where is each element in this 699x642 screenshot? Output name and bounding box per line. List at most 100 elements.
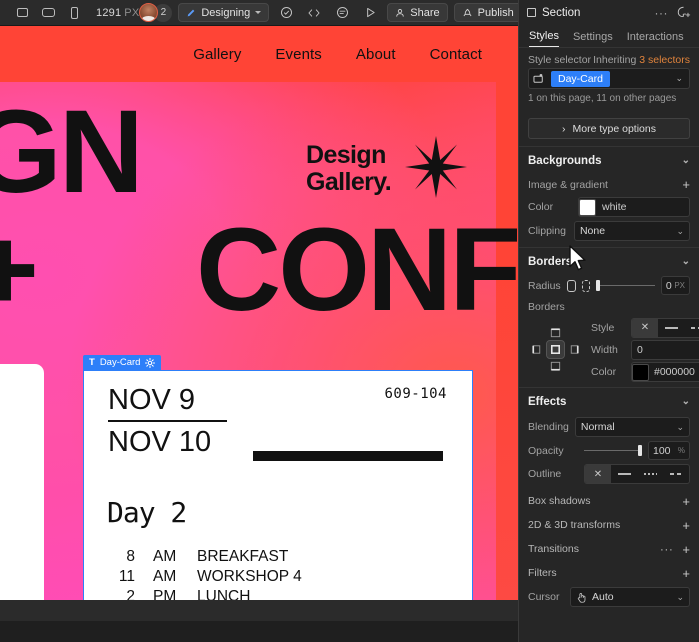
mobile-view-button[interactable] — [62, 3, 86, 23]
border-side-picker — [528, 324, 583, 375]
nav-link-gallery[interactable]: Gallery — [193, 46, 241, 63]
transforms-row[interactable]: 2D & 3D transforms + — [528, 513, 690, 537]
preview-button[interactable] — [359, 3, 381, 23]
add-transform-button[interactable]: + — [682, 519, 690, 532]
border-width-input[interactable]: 0 PX — [631, 340, 699, 360]
check-circle-icon — [280, 6, 293, 19]
outline-row: Outline ✕ — [528, 462, 690, 489]
box-shadows-row[interactable]: Box shadows + — [528, 489, 690, 513]
day-card[interactable]: NOV 9 NOV 10 609-104 Day 2 8 AM BREAKFAS… — [83, 370, 473, 621]
brand-text: Design Gallery. — [306, 142, 391, 196]
schedule-row[interactable]: 8 AM BREAKFAST — [107, 548, 437, 568]
desktop-view-button[interactable] — [10, 3, 34, 23]
radius-slider[interactable] — [596, 280, 655, 292]
transitions-label: Transitions — [528, 543, 579, 555]
border-style-solid-button[interactable] — [658, 319, 684, 337]
share-button[interactable]: Share — [387, 3, 447, 22]
opacity-input[interactable]: 100 % — [648, 441, 690, 460]
backgrounds-title: Backgrounds — [528, 155, 602, 167]
border-color-swatch[interactable] — [632, 364, 649, 381]
outline-dotted-button[interactable] — [637, 465, 663, 483]
tab-interactions[interactable]: Interactions — [627, 31, 684, 47]
class-selector-input[interactable]: Day-Card ⌄ — [528, 68, 690, 89]
chevron-down-icon[interactable]: ⌄ — [682, 396, 690, 407]
gear-icon[interactable] — [145, 358, 155, 368]
comments-button[interactable] — [331, 3, 353, 23]
selected-element-badge[interactable]: T Day-Card — [83, 355, 161, 370]
palette-plus-icon[interactable] — [677, 6, 691, 19]
add-filter-button[interactable]: + — [682, 567, 690, 580]
ellipsis-icon[interactable]: ··· — [655, 6, 669, 20]
chevron-down-icon: ⌄ — [676, 592, 684, 603]
opacity-slider[interactable] — [584, 445, 642, 457]
cursor-select[interactable]: Auto ⌄ — [570, 587, 690, 607]
border-top-icon[interactable] — [547, 324, 564, 341]
schedule-row[interactable]: 11 AM WORKSHOP 4 — [107, 568, 437, 588]
add-image-gradient-button[interactable]: + — [682, 178, 690, 191]
slider-knob[interactable] — [596, 280, 600, 291]
code-brackets-icon — [307, 7, 321, 19]
chevron-down-icon[interactable]: ⌄ — [675, 73, 686, 84]
clipping-select[interactable]: None ⌄ — [574, 221, 690, 241]
collaborators[interactable]: 2 — [139, 3, 172, 22]
slider-knob[interactable] — [638, 445, 642, 456]
chevron-down-icon[interactable]: ⌄ — [682, 256, 690, 267]
radius-all-icon[interactable] — [567, 280, 576, 292]
left-year-card[interactable]: 2023 — [0, 364, 44, 621]
design-canvas[interactable]: Gallery Events About Contact GN + CONF D… — [0, 26, 518, 621]
radius-input[interactable]: 0 PX — [661, 276, 690, 295]
nav-link-contact[interactable]: Contact — [430, 46, 482, 63]
outline-dashed-button[interactable] — [663, 465, 689, 483]
backgrounds-header[interactable]: Backgrounds ⌄ — [528, 147, 690, 174]
radius-unit: PX — [674, 281, 685, 290]
border-left-icon[interactable] — [528, 341, 545, 358]
add-box-shadow-button[interactable]: + — [682, 495, 690, 508]
code-export-button[interactable] — [303, 3, 325, 23]
nav-link-about[interactable]: About — [356, 46, 396, 63]
transitions-row[interactable]: Transitions ··· + — [528, 537, 690, 561]
inheriting-note: Inheriting 3 selectors — [593, 54, 690, 66]
background-color-field[interactable]: white — [578, 197, 690, 217]
add-transition-button[interactable]: + — [682, 543, 690, 556]
border-all-icon[interactable] — [547, 341, 564, 358]
effects-header[interactable]: Effects ⌄ — [528, 388, 690, 415]
blending-select[interactable]: Normal ⌄ — [575, 417, 690, 437]
tablet-view-button[interactable] — [36, 3, 60, 23]
borders-sub-label: Borders — [528, 301, 565, 313]
outline-none-button[interactable]: ✕ — [585, 465, 611, 483]
tab-styles[interactable]: Styles — [529, 30, 559, 47]
card-dates: NOV 9 NOV 10 — [108, 382, 227, 461]
border-right-icon[interactable] — [566, 341, 583, 358]
desktop-icon — [17, 8, 28, 17]
backgrounds-section: Backgrounds ⌄ Image & gradient + Color w… — [519, 147, 699, 247]
border-bottom-icon[interactable] — [547, 358, 564, 375]
viewport-width[interactable]: 1291PX — [96, 7, 139, 19]
border-style-dashed-button[interactable] — [684, 319, 699, 337]
border-style-none-button[interactable]: ✕ — [632, 319, 658, 337]
nav-link-events[interactable]: Events — [275, 46, 321, 63]
outline-style-buttons: ✕ — [584, 464, 690, 484]
date-top: NOV 9 — [108, 382, 227, 418]
chevron-down-icon — [255, 11, 261, 14]
audit-button[interactable] — [275, 3, 297, 23]
filters-row[interactable]: Filters + — [528, 561, 690, 585]
more-type-options-button[interactable]: › More type options — [528, 118, 690, 139]
color-swatch[interactable] — [579, 199, 596, 216]
tab-settings[interactable]: Settings — [573, 31, 613, 47]
class-name-chip[interactable]: Day-Card — [551, 71, 610, 87]
radius-individual-icon[interactable] — [582, 280, 591, 292]
viewport-value: 1291 — [96, 7, 121, 19]
square-outline-icon — [527, 8, 536, 17]
ellipsis-icon[interactable]: ··· — [660, 542, 683, 556]
viewport-unit: PX — [124, 7, 139, 19]
chevron-down-icon[interactable]: ⌄ — [682, 155, 690, 166]
border-style-buttons: ✕ — [631, 318, 699, 338]
background-color-value: white — [602, 201, 627, 213]
borders-header[interactable]: Borders ⌄ — [528, 248, 690, 275]
more-type-options-label: More type options — [573, 123, 656, 135]
outline-solid-button[interactable] — [611, 465, 637, 483]
date-bottom: NOV 10 — [108, 424, 227, 460]
border-color-field[interactable]: #000000 — [631, 362, 699, 382]
mode-dropdown[interactable]: Designing — [178, 3, 269, 22]
radius-label: Radius — [528, 280, 561, 292]
